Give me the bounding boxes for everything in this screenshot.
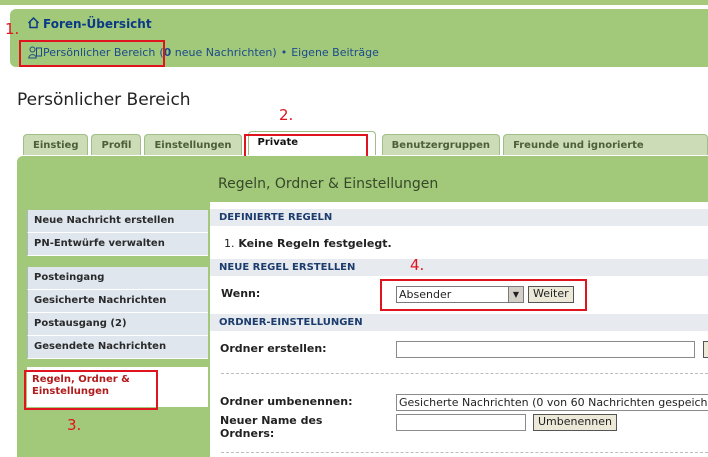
forum-index-label: Foren-Übersicht (43, 17, 152, 31)
separator: • (280, 46, 288, 59)
own-posts-link[interactable]: Eigene Beiträge (291, 46, 379, 59)
panel-title: Regeln, Ordner & Einstellungen (218, 176, 439, 192)
rename-folder-value: Gesicherte Nachrichten (0 von 60 Nachric… (399, 396, 708, 409)
tab-einstieg[interactable]: Einstieg (23, 134, 89, 155)
rule-index: 1. (224, 237, 235, 250)
sidebar-group-folders: Posteingang Gesicherte Nachrichten Posta… (27, 267, 208, 359)
rename-folder-label: Ordner umbenennen: (220, 395, 353, 408)
page-title: Persönlicher Bereich (17, 90, 191, 110)
new-folder-name-input[interactable] (396, 414, 526, 431)
rename-folder-select[interactable]: Gesicherte Nachrichten (0 von 60 Nachric… (396, 394, 708, 411)
section-defined-rules: DEFINIERTE REGELN (210, 209, 708, 226)
tab-friends-foes[interactable]: Freunde und ignorierte Mitglieder (503, 134, 708, 172)
section-folder-settings: ORDNER-EINSTELLUNGEN (210, 314, 708, 331)
sidebar-item-new-message[interactable]: Neue Nachricht erstellen (27, 210, 208, 233)
divider (221, 373, 708, 374)
create-folder-input[interactable] (396, 341, 695, 358)
new-messages-info[interactable]: (0 neue Nachrichten) (159, 46, 276, 59)
tab-usergroups[interactable]: Benutzergruppen (381, 134, 501, 155)
sidebar-item-sent[interactable]: Gesendete Nachrichten (27, 336, 208, 359)
top-bar (0, 0, 708, 5)
annotation-number-4: 4. (410, 256, 425, 274)
annotation-number-3: 3. (67, 416, 82, 434)
sidebar-group-compose: Neue Nachricht erstellen PN-Entwürfe ver… (27, 210, 208, 256)
section-new-rule: NEUE REGEL ERSTELLEN (210, 259, 708, 276)
annotation-number-1: 1. (5, 20, 20, 38)
sidebar-item-outbox[interactable]: Postausgang (2) (27, 313, 208, 336)
annotation-box-1 (19, 40, 165, 67)
sidebar-item-drafts[interactable]: PN-Entwürfe verwalten (27, 233, 208, 256)
no-rules-text: Keine Regeln festgelegt. (238, 237, 392, 250)
annotation-box-4 (380, 279, 587, 311)
sidebar-item-inbox[interactable]: Posteingang (27, 267, 208, 290)
sidebar-item-saved[interactable]: Gesicherte Nachrichten (27, 290, 208, 313)
new-folder-name-label: Neuer Name des Ordners: (220, 414, 323, 440)
home-icon (27, 16, 40, 32)
create-folder-label: Ordner erstellen: (220, 342, 327, 355)
no-rules-entry: 1. Keine Regeln festgelegt. (224, 237, 392, 250)
rule-condition-label: Wenn: (221, 287, 261, 300)
annotation-number-2: 2. (279, 106, 294, 124)
divider-bottom (221, 452, 708, 453)
tab-einstellungen[interactable]: Einstellungen (144, 134, 242, 155)
forum-index-link[interactable]: Foren-Übersicht (27, 16, 152, 32)
rename-button[interactable]: Umbenennen (533, 414, 617, 431)
annotation-box-3 (24, 370, 158, 410)
create-folder-button[interactable] (703, 341, 708, 358)
new-messages-text: neue Nachrichten) (174, 46, 277, 59)
tab-profil[interactable]: Profil (91, 134, 142, 155)
